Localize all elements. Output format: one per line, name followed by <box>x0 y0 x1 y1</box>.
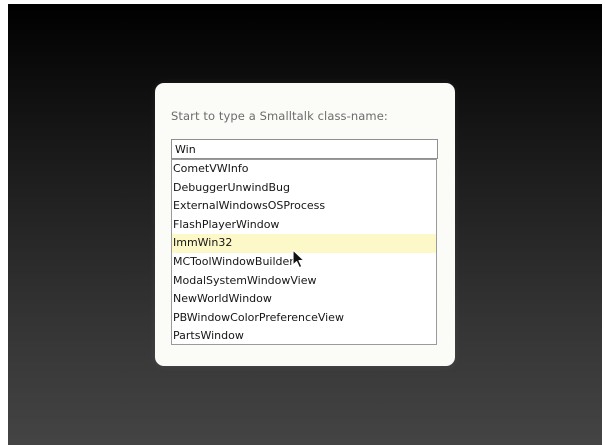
list-item[interactable]: ExternalWindowsOSProcess <box>172 197 436 216</box>
list-item[interactable]: DebuggerUnwindBug <box>172 179 436 198</box>
list-item[interactable]: PBWindowColorPreferenceView <box>172 309 436 328</box>
arrow-pointer-icon <box>292 249 305 269</box>
list-item[interactable]: FlashPlayerWindow <box>172 216 436 235</box>
backdrop: Start to type a Smalltalk class-name: Co… <box>8 4 602 445</box>
class-search-dialog: Start to type a Smalltalk class-name: Co… <box>155 83 455 366</box>
prompt-label: Start to type a Smalltalk class-name: <box>171 109 388 123</box>
list-item[interactable]: PartsWindow <box>172 327 436 344</box>
class-name-input[interactable] <box>171 139 438 159</box>
list-item[interactable]: CometVWInfo <box>172 160 436 179</box>
list-item[interactable]: NewWorldWindow <box>172 290 436 309</box>
list-item[interactable]: ModalSystemWindowView <box>172 272 436 291</box>
